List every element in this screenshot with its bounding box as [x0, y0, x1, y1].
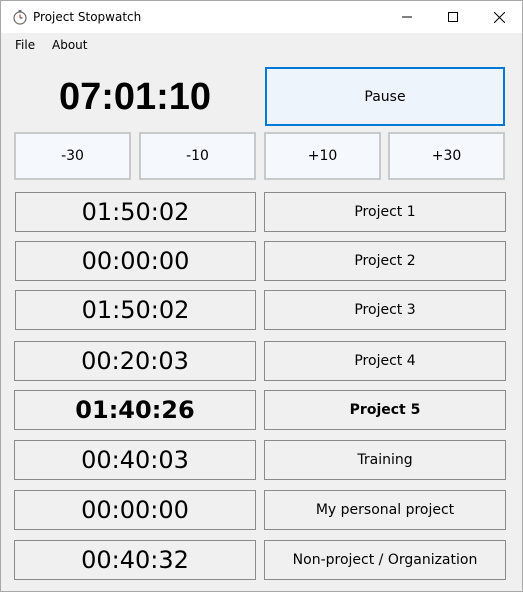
stopwatch-icon — [13, 10, 27, 25]
organization-button[interactable]: Non-project / Organization — [264, 540, 506, 580]
menu-about[interactable]: About — [52, 38, 87, 52]
training-time: 00:40:03 — [14, 440, 256, 480]
plus-10-button[interactable]: +10 — [264, 132, 381, 180]
menu-file[interactable]: File — [15, 38, 35, 52]
close-icon — [493, 11, 505, 23]
project-1-time: 01:50:02 — [15, 192, 256, 232]
plus-30-button[interactable]: +30 — [388, 132, 505, 180]
minus-10-button[interactable]: -10 — [139, 132, 256, 180]
title-bar[interactable]: Project Stopwatch — [1, 1, 522, 33]
project-5-time: 01:40:26 — [14, 390, 256, 430]
personal-project-time: 00:00:00 — [14, 490, 256, 530]
minus-30-button[interactable]: -30 — [14, 132, 131, 180]
project-4-button[interactable]: Project 4 — [264, 341, 506, 381]
main-timer: 07:01:10 — [58, 75, 212, 118]
maximize-icon — [448, 12, 458, 22]
menu-bar: File About — [1, 33, 522, 57]
project-2-button[interactable]: Project 2 — [264, 241, 506, 281]
window-title: Project Stopwatch — [33, 10, 142, 24]
project-5-button[interactable]: Project 5 — [264, 390, 506, 430]
app-window: Project Stopwatch File About 07:01:10 Pa… — [0, 0, 523, 592]
close-button[interactable] — [476, 1, 522, 33]
organization-time: 00:40:32 — [14, 540, 256, 580]
project-1-button[interactable]: Project 1 — [264, 192, 506, 232]
project-3-time: 01:50:02 — [15, 290, 256, 330]
minimize-icon — [402, 16, 412, 18]
project-2-time: 00:00:00 — [15, 241, 256, 281]
personal-project-button[interactable]: My personal project — [264, 490, 506, 530]
maximize-button[interactable] — [430, 1, 476, 33]
training-button[interactable]: Training — [264, 440, 506, 480]
pause-button[interactable]: Pause — [265, 67, 505, 126]
project-4-time: 00:20:03 — [14, 341, 256, 381]
project-3-button[interactable]: Project 3 — [264, 290, 506, 330]
minimize-button[interactable] — [384, 1, 430, 33]
